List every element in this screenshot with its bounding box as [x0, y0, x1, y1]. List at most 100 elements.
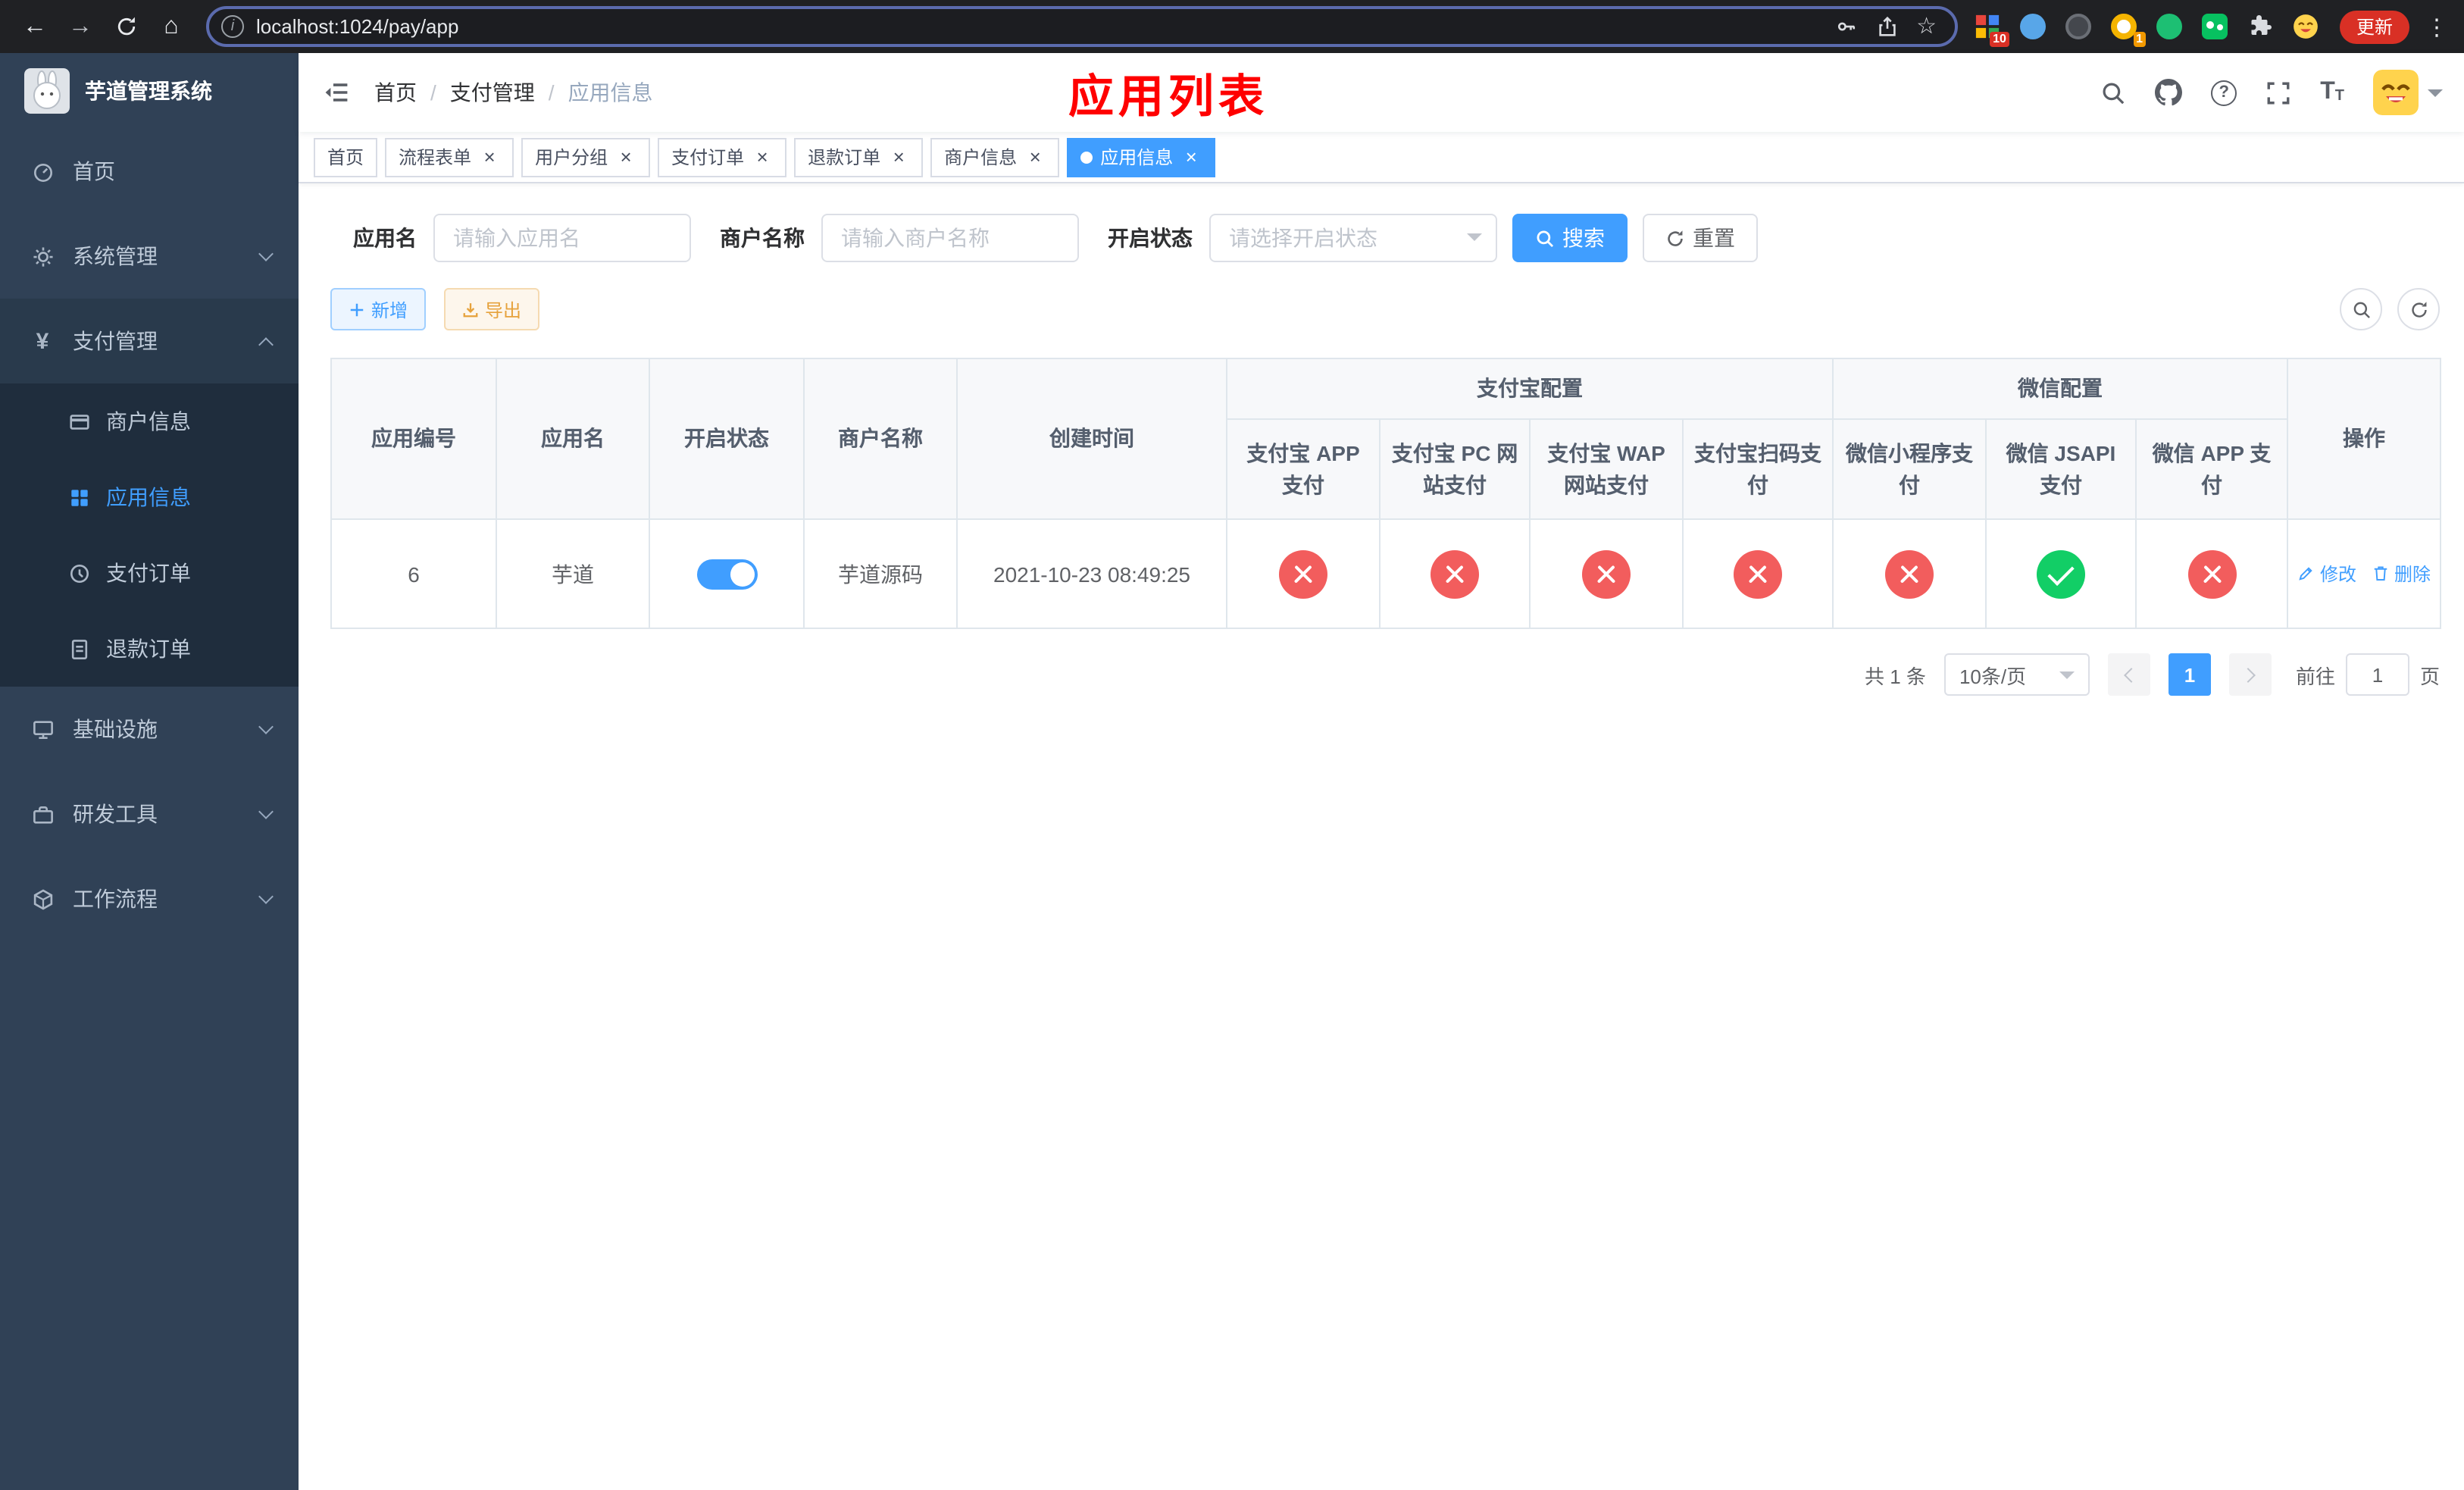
- tab-process-form[interactable]: 流程表单 ×: [385, 137, 514, 177]
- browser-update-button[interactable]: 更新: [2339, 10, 2409, 43]
- cell-alipay-pc: [1379, 518, 1531, 629]
- status-toggle[interactable]: [696, 559, 757, 589]
- page-size-select[interactable]: 10条/页: [1943, 653, 2090, 696]
- status-check-icon: [2037, 549, 2085, 598]
- col-group-alipay: 支付宝配置: [1226, 358, 1834, 420]
- goto-page-input[interactable]: [2345, 653, 2409, 696]
- back-icon[interactable]: ←: [15, 7, 55, 46]
- dashboard-icon: [30, 159, 55, 183]
- help-icon[interactable]: ?: [2211, 80, 2237, 105]
- font-size-icon[interactable]: TT: [2320, 80, 2344, 105]
- col-wechat-jsapi: 微信 JSAPI 支付: [1985, 418, 2137, 520]
- tab-home[interactable]: 首页: [314, 137, 378, 177]
- search-form: 应用名 商户名称 开启状态 搜索 重置: [330, 214, 2440, 262]
- close-icon[interactable]: ×: [888, 146, 909, 167]
- status-select[interactable]: [1209, 214, 1497, 262]
- close-icon[interactable]: ×: [615, 146, 636, 167]
- page-size-value: 10条/页: [1959, 665, 2027, 687]
- reset-button[interactable]: 重置: [1643, 214, 1758, 262]
- close-icon[interactable]: ×: [752, 146, 773, 167]
- sidebar-item-label: 首页: [73, 159, 115, 183]
- cell-alipay-wap: [1529, 518, 1684, 629]
- chevron-right-icon: [2240, 667, 2256, 682]
- home-icon[interactable]: ⌂: [152, 7, 191, 46]
- sidebar-item-home[interactable]: 首页: [0, 129, 299, 214]
- cell-app-id: 6: [330, 518, 497, 629]
- sidebar-item-pay-orders[interactable]: 支付订单: [0, 535, 299, 611]
- browser-menu-icon[interactable]: ⋮: [2425, 13, 2449, 40]
- tab-refund-orders[interactable]: 退款订单 ×: [794, 137, 924, 177]
- close-icon[interactable]: ×: [479, 146, 500, 167]
- page-number-button[interactable]: 1: [2168, 653, 2211, 696]
- next-page-button[interactable]: [2228, 653, 2272, 696]
- address-bar[interactable]: i localhost:1024/pay/app ☆: [206, 6, 1958, 47]
- breadcrumb-payment[interactable]: 支付管理: [450, 77, 535, 108]
- col-alipay-scan: 支付宝扫码支付: [1682, 418, 1834, 520]
- tab-label: 用户分组: [535, 147, 608, 168]
- extension-wechat-icon[interactable]: [2200, 11, 2231, 42]
- forward-icon[interactable]: →: [61, 7, 100, 46]
- share-icon[interactable]: [1875, 15, 1898, 38]
- pagination-total: 共 1 条: [1865, 665, 1926, 687]
- sidebar-item-system[interactable]: 系统管理: [0, 214, 299, 299]
- col-alipay-app: 支付宝 APP 支付: [1226, 418, 1381, 520]
- extension-green-icon[interactable]: [2155, 11, 2185, 42]
- extension-dark-icon[interactable]: [2064, 11, 2094, 42]
- sidebar-item-app-info[interactable]: 应用信息: [0, 459, 299, 535]
- breadcrumb-current: 应用信息: [568, 80, 653, 105]
- caret-down-icon: [1467, 233, 1482, 249]
- sidebar-item-label: 支付订单: [106, 561, 191, 585]
- toggle-search-button[interactable]: [2340, 288, 2382, 330]
- extensions-puzzle-icon[interactable]: [2246, 11, 2276, 42]
- extension-ring-icon[interactable]: 1: [2109, 11, 2146, 46]
- screen: ← → ⌂ i localhost:1024/pay/app ☆ 10 1 更新…: [0, 0, 2464, 1490]
- extension-blue-icon[interactable]: [2018, 11, 2049, 42]
- tab-pay-orders[interactable]: 支付订单 ×: [658, 137, 787, 177]
- sidebar-item-merchant-info[interactable]: 商户信息: [0, 383, 299, 459]
- app-name-input[interactable]: [433, 214, 691, 262]
- profile-avatar-icon[interactable]: [2291, 11, 2322, 42]
- tab-app-info[interactable]: 应用信息 ×: [1067, 137, 1216, 177]
- refresh-table-button[interactable]: [2397, 288, 2440, 330]
- reload-icon[interactable]: [106, 7, 145, 46]
- box-icon: [30, 887, 55, 911]
- sidebar-item-infrastructure[interactable]: 基础设施: [0, 687, 299, 772]
- sidebar-item-workflow[interactable]: 工作流程: [0, 856, 299, 941]
- close-icon[interactable]: ×: [1180, 146, 1202, 167]
- hamburger-icon[interactable]: [299, 53, 374, 132]
- search-icon[interactable]: [2100, 80, 2126, 105]
- fullscreen-icon[interactable]: [2265, 80, 2291, 105]
- search-button[interactable]: 搜索: [1512, 214, 1628, 262]
- bookmark-star-icon[interactable]: ☆: [1916, 15, 1937, 38]
- sidebar-item-payment[interactable]: ¥ 支付管理: [0, 299, 299, 383]
- merchant-name-input[interactable]: [821, 214, 1079, 262]
- tab-user-group[interactable]: 用户分组 ×: [521, 137, 651, 177]
- github-icon[interactable]: [2155, 79, 2183, 106]
- app-name-label: 应用名: [353, 226, 417, 250]
- col-app-id: 应用编号: [330, 358, 497, 520]
- sidebar-item-dev-tools[interactable]: 研发工具: [0, 772, 299, 856]
- add-button[interactable]: 新增: [330, 288, 427, 330]
- breadcrumb: 首页 / 支付管理 / 应用信息: [374, 77, 653, 108]
- app-logo[interactable]: 芋道管理系统: [0, 53, 299, 129]
- tab-label: 商户信息: [944, 147, 1018, 168]
- status-cross-icon: [1734, 549, 1782, 598]
- password-key-icon[interactable]: [1834, 15, 1857, 38]
- prev-page-button[interactable]: [2107, 653, 2150, 696]
- user-menu[interactable]: [2373, 70, 2443, 115]
- site-info-icon[interactable]: i: [221, 15, 244, 38]
- sidebar-item-refund-orders[interactable]: 退款订单: [0, 611, 299, 687]
- status-select-input[interactable]: [1209, 214, 1497, 262]
- tab-merchant-info[interactable]: 商户信息 ×: [930, 137, 1060, 177]
- breadcrumb-home[interactable]: 首页: [374, 77, 417, 108]
- credit-card-icon: [67, 409, 91, 434]
- app-table: 应用编号 应用名 开启状态 商户名称 创建时间 支付宝配置 微信配置 操作 支付…: [330, 358, 2441, 629]
- delete-button[interactable]: 删除: [2372, 561, 2431, 587]
- col-create-time: 创建时间: [956, 358, 1227, 520]
- close-icon[interactable]: ×: [1024, 146, 1046, 167]
- edit-button[interactable]: 修改: [2297, 561, 2356, 587]
- extension-grid-icon[interactable]: 10: [1973, 11, 2009, 46]
- pagination: 共 1 条 10条/页 1 前往 页: [330, 653, 2440, 696]
- export-button[interactable]: 导出: [444, 288, 540, 330]
- status-label: 开启状态: [1108, 226, 1193, 250]
